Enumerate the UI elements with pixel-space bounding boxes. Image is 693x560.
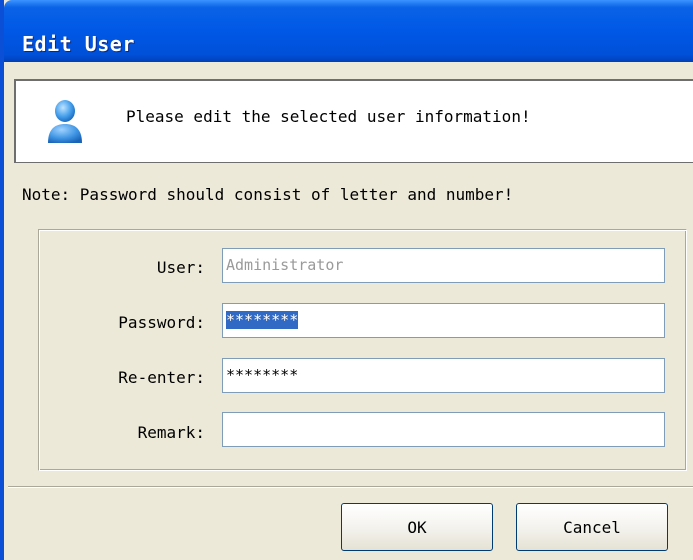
- button-divider: [8, 486, 693, 488]
- password-label: Password:: [118, 313, 205, 332]
- title-bar[interactable]: Edit User: [4, 0, 693, 62]
- info-banner: Please edit the selected user informatio…: [14, 79, 693, 163]
- cancel-button[interactable]: Cancel: [516, 503, 668, 551]
- window-title: Edit User: [22, 32, 135, 56]
- user-icon: [48, 100, 82, 143]
- remark-label: Remark:: [137, 423, 205, 442]
- banner-message: Please edit the selected user informatio…: [126, 107, 531, 126]
- password-note: Note: Password should consist of letter …: [22, 185, 514, 204]
- reenter-label: Re-enter:: [118, 368, 205, 387]
- remark-field[interactable]: [222, 412, 665, 447]
- ok-button[interactable]: OK: [341, 503, 493, 551]
- password-field[interactable]: ********: [222, 303, 665, 338]
- user-field[interactable]: Administrator: [222, 248, 665, 283]
- edit-user-dialog: Edit User Please edit the selected user …: [0, 0, 693, 560]
- user-label: User:: [156, 258, 205, 277]
- password-value: ********: [226, 311, 299, 329]
- reenter-password-field[interactable]: ********: [222, 358, 665, 393]
